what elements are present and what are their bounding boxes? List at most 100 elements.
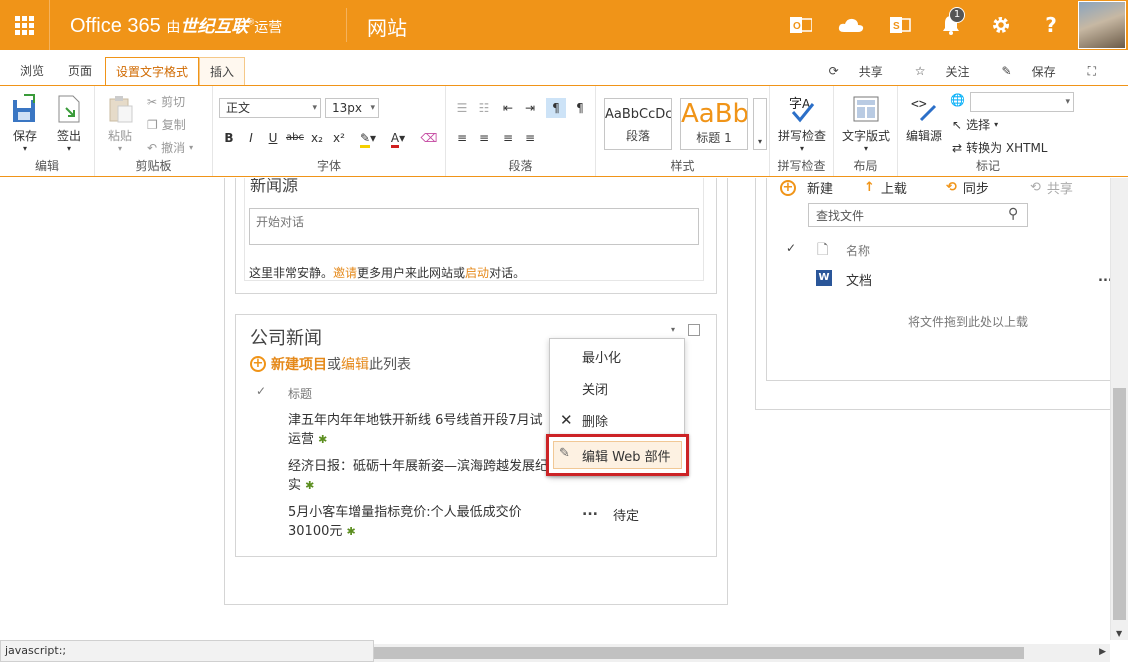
spell-check-button[interactable]: 字A 拼写检查 ▾ — [774, 94, 830, 153]
list-item[interactable]: 经济日报：砥砺十年展新姿—滨海跨越发展纪实 ✱ — [288, 457, 550, 495]
style-heading-label: 标题 1 — [696, 131, 732, 145]
new-doc-button[interactable]: + 新建 — [780, 178, 833, 197]
invite-link[interactable]: 邀请 — [333, 266, 357, 280]
style-paragraph[interactable]: AaBbCcDc 段落 — [604, 98, 672, 150]
column-header-name[interactable]: 名称 — [846, 242, 870, 259]
outlook-icon[interactable]: O — [776, 0, 826, 50]
align-left-icon[interactable]: ≡ — [452, 128, 472, 148]
cut-button[interactable]: ✂ 剪切 — [147, 93, 185, 110]
rtl-icon[interactable]: ¶ — [570, 98, 590, 118]
italic-button[interactable]: I — [241, 128, 261, 148]
new-item-icon: ✱ — [318, 433, 328, 446]
menu-item-minimize[interactable]: 最小化 — [582, 347, 621, 366]
document-more-menu[interactable]: ... — [1098, 270, 1110, 285]
settings-gear-icon[interactable] — [976, 0, 1026, 50]
find-file-input[interactable]: 查找文件 — [808, 203, 1028, 227]
font-style-select[interactable]: 正文 — [219, 98, 321, 118]
upload-button[interactable]: ↑ 上载 — [864, 178, 907, 197]
paste-button[interactable]: 粘贴 ▾ — [103, 94, 137, 153]
help-icon[interactable]: ? — [1026, 0, 1076, 50]
select-button[interactable]: ↖ 选择 ▾ — [952, 116, 998, 133]
follow-button[interactable]: ☆ 关注 — [915, 63, 986, 80]
style-heading-sample: AaBb — [681, 99, 748, 129]
justify-icon[interactable]: ≡ — [520, 128, 540, 148]
edit-list-link[interactable]: 编辑 — [341, 354, 369, 374]
ltr-icon[interactable]: ¶ — [546, 98, 566, 118]
share-icon: ⟳ — [828, 64, 839, 78]
font-color-button[interactable]: A▾ — [385, 128, 411, 148]
news-webpart-title[interactable]: 公司新闻 — [250, 324, 322, 350]
bold-button[interactable]: B — [219, 128, 239, 148]
checkout-button[interactable]: 签出 ▾ — [52, 94, 86, 153]
menu-item-edit-webpart[interactable]: 编辑 Web 部件 — [582, 446, 671, 465]
font-size-select[interactable]: 13px — [325, 98, 379, 118]
checkmark-icon[interactable]: ✓ — [256, 384, 266, 398]
underline-button[interactable]: U — [263, 128, 283, 148]
vertical-scrollbar[interactable]: ▼ — [1110, 178, 1128, 640]
search-icon[interactable]: ⚲ — [1008, 206, 1018, 222]
user-avatar[interactable] — [1078, 1, 1126, 49]
numbering-icon[interactable]: ☷ — [474, 98, 494, 118]
site-title[interactable]: 网站 — [367, 12, 407, 41]
undo-button[interactable]: ↶ 撤消 ▾ — [147, 139, 193, 156]
new-item-link[interactable]: 新建项目 — [271, 354, 327, 374]
menu-item-delete[interactable]: 删除 — [582, 411, 608, 430]
outdent-icon[interactable]: ⇤ — [498, 98, 518, 118]
quiet-text-3: 对话。 — [489, 266, 526, 280]
highlight-color-button[interactable]: ✎▾ — [355, 128, 381, 148]
align-right-icon[interactable]: ≡ — [498, 128, 518, 148]
style-heading-1[interactable]: AaBb 标题 1 — [680, 98, 748, 150]
edit-source-button[interactable]: <> 编辑源 — [902, 94, 946, 144]
onedrive-icon[interactable] — [826, 0, 876, 50]
app-launcher-button[interactable] — [0, 0, 50, 50]
convert-xhtml-button[interactable]: ⇄ 转换为 XHTML — [952, 139, 1048, 156]
new-item-icon: ✱ — [305, 479, 315, 492]
plus-circle-icon[interactable]: + — [250, 356, 266, 372]
language-select[interactable] — [970, 92, 1074, 112]
sync-button[interactable]: ⟲ 同步 — [946, 178, 989, 197]
tab-format-text[interactable]: 设置文字格式 — [105, 57, 200, 86]
document-item[interactable]: 文档 — [846, 270, 872, 289]
notification-bell-icon[interactable]: 1 — [926, 0, 976, 50]
save-button[interactable]: 保存 ▾ — [8, 94, 42, 153]
start-link[interactable]: 启动 — [465, 266, 489, 280]
share-doc-button[interactable]: ⟲ 共享 — [1030, 178, 1073, 197]
focus-content-button[interactable]: ⛶ — [1088, 64, 1112, 79]
horizontal-scroll-thumb[interactable] — [374, 647, 1024, 659]
tab-browse[interactable]: 浏览 — [10, 57, 54, 86]
vertical-scroll-thumb[interactable] — [1113, 388, 1126, 620]
brand-logo[interactable]: Office 365 由世纪互联®运营 — [70, 12, 282, 38]
column-header-title[interactable]: 标题 — [288, 385, 312, 402]
tab-insert[interactable]: 插入 — [199, 57, 246, 86]
copy-button[interactable]: ❐ 复制 — [147, 116, 186, 133]
list-item-text: 5月小客车增量指标竞价:个人最低成交价30100元 — [288, 505, 522, 539]
share-icon: ⟲ — [1030, 180, 1041, 195]
scroll-down-arrow-icon[interactable]: ▼ — [1116, 629, 1122, 638]
text-layout-button[interactable]: 文字版式 ▾ — [838, 94, 894, 153]
scroll-right-arrow-icon[interactable]: ▶ — [1099, 647, 1106, 657]
list-item[interactable]: 津五年内年年地铁开新线 6号线首开段7月试运营 ✱ — [288, 411, 550, 449]
list-item[interactable]: 5月小客车增量指标竞价:个人最低成交价30100元 ✱ — [288, 503, 550, 541]
bullets-icon[interactable]: ☰ — [452, 98, 472, 118]
strikethrough-button[interactable]: abc — [285, 128, 305, 148]
item-more-menu[interactable]: ... — [582, 503, 598, 519]
styles-more-icon[interactable]: ▾ — [753, 98, 767, 150]
tab-page[interactable]: 页面 — [58, 57, 102, 86]
webpart-select-checkbox[interactable] — [688, 324, 700, 336]
superscript-button[interactable]: x² — [329, 128, 349, 148]
start-conversation-input[interactable]: 开始对话 — [249, 208, 699, 245]
indent-icon[interactable]: ⇥ — [520, 98, 540, 118]
share-button[interactable]: ⟳ 共享 — [829, 63, 899, 80]
language-icon[interactable]: 🌐 — [950, 93, 965, 107]
align-center-icon[interactable]: ≡ — [474, 128, 494, 148]
save-page-button[interactable]: ✎ 保存 — [1002, 63, 1072, 80]
webpart-menu-chevron-icon[interactable]: ▾ — [671, 325, 675, 334]
paste-icon — [105, 94, 135, 124]
select-all-checkmark-icon[interactable]: ✓ — [786, 241, 796, 255]
horizontal-scrollbar[interactable]: ▶ — [374, 644, 1110, 662]
sharepoint-icon[interactable]: S — [876, 0, 926, 50]
clear-format-icon[interactable]: ⌫ — [419, 128, 439, 148]
ribbon-group-font: 正文 13px B I U abc x₂ x² ✎▾ A▾ ⌫ 字体 — [213, 86, 446, 176]
subscript-button[interactable]: x₂ — [307, 128, 327, 148]
menu-item-close[interactable]: 关闭 — [582, 379, 608, 398]
